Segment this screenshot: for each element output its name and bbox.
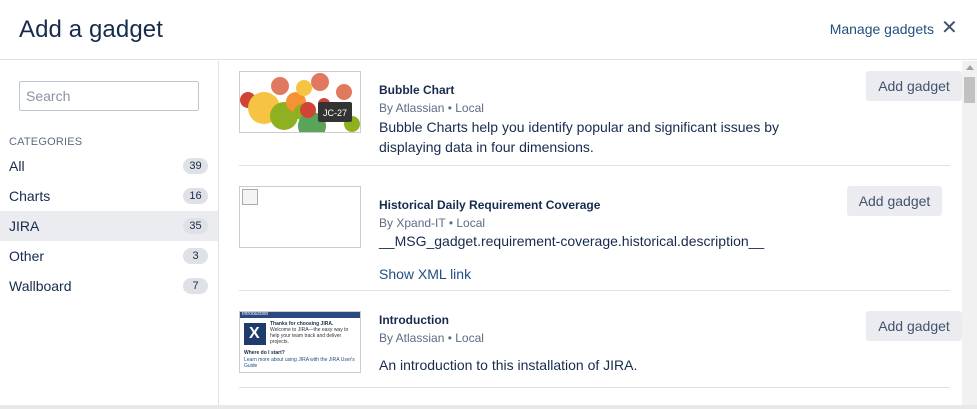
jira-logo-icon: X (244, 323, 266, 345)
category-label: Other (9, 248, 45, 264)
gadget-author: By Xpand-IT • Local (379, 216, 486, 230)
gadget-description: An introduction to this installation of … (379, 357, 638, 373)
add-gadget-button[interactable]: Add gadget (866, 311, 962, 341)
divider (239, 290, 950, 291)
category-count-badge: 35 (183, 218, 208, 234)
category-count-badge: 39 (183, 158, 208, 174)
category-list: All 39 Charts 16 JIRA 35 Other 3 Wallboa… (0, 151, 218, 301)
search-input[interactable] (19, 81, 199, 111)
bubble-chart-thumbnail-image: JC-27 (240, 72, 360, 132)
category-label: All (9, 158, 25, 174)
categories-heading: CATEGORIES (9, 136, 83, 148)
category-item-other[interactable]: Other 3 (0, 241, 218, 271)
gadget-item-introduction: Introduction X Thanks for choosing JIRA.… (239, 311, 962, 401)
category-count-badge: 3 (183, 248, 208, 264)
thumbnail-learn: Learn more about using JIRA with the JIR… (244, 357, 355, 369)
category-label: Wallboard (9, 278, 72, 294)
category-label: JIRA (9, 218, 40, 234)
gadget-name: Bubble Chart (379, 83, 455, 97)
bottom-edge (0, 405, 977, 409)
thumbnail-body: Welcome to JIRA—the easy way to help you… (270, 327, 349, 345)
divider (239, 165, 950, 166)
gadget-name: Introduction (379, 313, 449, 327)
bubble-tooltip-label: JC-27 (323, 108, 347, 118)
category-label: Charts (9, 188, 51, 204)
gadget-description: Bubble Charts help you identify popular … (379, 119, 780, 155)
dialog-header: Add a gadget Manage gadgets ✕ (0, 0, 977, 60)
category-sidebar: CATEGORIES All 39 Charts 16 JIRA 35 Othe… (0, 61, 219, 409)
gadget-thumbnail (239, 186, 361, 248)
dialog-title: Add a gadget (19, 16, 163, 43)
manage-gadgets-link[interactable]: Manage gadgets (830, 21, 934, 37)
scroll-thumb[interactable] (964, 77, 975, 103)
thumbnail-header-text: Introduction (242, 311, 269, 317)
close-icon[interactable]: ✕ (941, 18, 958, 38)
category-item-jira[interactable]: JIRA 35 (0, 211, 218, 241)
thumbnail-header-bar: Introduction (240, 312, 360, 318)
add-gadget-button[interactable]: Add gadget (866, 71, 962, 101)
gadget-name: Historical Daily Requirement Coverage (379, 198, 601, 212)
category-count-badge: 7 (183, 278, 208, 294)
gadget-author: By Atlassian • Local (379, 101, 484, 115)
scroll-up-arrow-icon[interactable] (966, 65, 974, 70)
thumbnail-where: Where do I start? (244, 350, 285, 356)
category-item-wallboard[interactable]: Wallboard 7 (0, 271, 218, 301)
show-xml-link[interactable]: Show XML link (379, 266, 471, 282)
divider (239, 387, 950, 388)
scrollbar[interactable] (962, 61, 977, 409)
add-gadget-button[interactable]: Add gadget (847, 186, 942, 216)
broken-image-icon (242, 189, 258, 205)
introduction-thumbnail: Introduction X Thanks for choosing JIRA.… (239, 311, 361, 373)
gadget-item-bubble-chart: JC-27 Bubble Chart By Atlassian • Local … (239, 71, 962, 181)
gadget-list: JC-27 Bubble Chart By Atlassian • Local … (220, 61, 962, 409)
bubble-chart-thumbnail: JC-27 (239, 71, 361, 133)
gadget-description: __MSG_gadget.requirement-coverage.histor… (379, 233, 765, 249)
gadget-author: By Atlassian • Local (379, 331, 484, 345)
category-item-charts[interactable]: Charts 16 (0, 181, 218, 211)
category-item-all[interactable]: All 39 (0, 151, 218, 181)
category-count-badge: 16 (183, 188, 208, 204)
